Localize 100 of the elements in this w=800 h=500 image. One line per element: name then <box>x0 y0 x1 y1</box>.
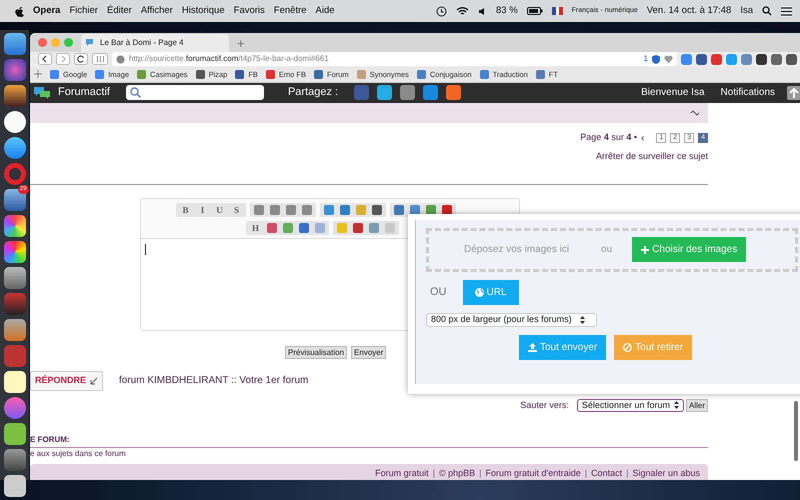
apple-icon <box>14 6 24 16</box>
format-button[interactable]: S <box>231 205 242 215</box>
footer-link[interactable]: Forum gratuit d'entraide <box>485 466 581 480</box>
separator: | <box>626 466 628 480</box>
bookmark-icon <box>536 70 545 79</box>
extension-icon[interactable] <box>696 54 707 65</box>
clock: Ven. 14 oct. à 17:48 <box>646 4 732 18</box>
footer-link[interactable]: Signaler un abus <box>632 466 700 480</box>
extension-icon[interactable] <box>771 54 782 65</box>
share-icon[interactable] <box>423 85 438 100</box>
bookmark-icon <box>356 70 366 79</box>
menu-item[interactable]: Afficher <box>140 4 173 18</box>
bookmark-icon <box>266 70 275 79</box>
form-button[interactable]: Prévisualisation <box>285 346 348 359</box>
grid-icon[interactable] <box>92 53 108 66</box>
form-button[interactable]: Envoyer <box>351 346 386 359</box>
format-button[interactable]: H <box>250 223 261 233</box>
clock-icon <box>436 6 447 16</box>
up-arrow-icon[interactable] <box>787 86 800 100</box>
section-title: E FORUM: <box>30 434 708 448</box>
heart-icon[interactable] <box>664 55 673 64</box>
app-icon[interactable] <box>4 475 26 497</box>
menu-item[interactable]: Fenêtre <box>274 4 307 18</box>
bookmark-icon <box>95 70 104 79</box>
toolbar-icon[interactable] <box>410 205 420 215</box>
bookmark-icon <box>314 70 324 79</box>
or-label: OU <box>430 284 446 300</box>
app-icon[interactable] <box>4 33 26 55</box>
tab-title: Le Bar à Domi - Page 4 <box>100 36 184 49</box>
app-icon[interactable] <box>4 85 26 107</box>
share-icon[interactable] <box>377 85 392 100</box>
extension-icon[interactable] <box>786 54 797 65</box>
share-icon[interactable] <box>446 85 462 100</box>
battery-percentage: 83 % <box>496 4 518 18</box>
menu-item[interactable]: Favoris <box>234 4 265 18</box>
select-arrows-icon <box>674 401 679 410</box>
format-button[interactable]: B <box>180 205 191 215</box>
speech-bubbles-icon <box>34 86 50 100</box>
app-menu[interactable]: Opera <box>33 4 60 18</box>
share-icon[interactable] <box>400 85 416 100</box>
share-label: Partagez : <box>288 85 338 100</box>
format-button[interactable]: U <box>214 205 225 215</box>
toolbar-icon[interactable] <box>442 205 452 215</box>
plus-icon <box>641 246 650 254</box>
format-button[interactable]: I <box>197 205 208 215</box>
app-icon[interactable] <box>4 241 26 263</box>
search-icon <box>130 87 141 98</box>
menu-item[interactable]: Historique <box>182 4 225 18</box>
previous-page-link[interactable]: ‹ <box>641 130 644 146</box>
footer-link[interactable]: Contact <box>591 466 622 480</box>
upload-icon <box>528 342 537 352</box>
app-icon[interactable] <box>4 319 26 341</box>
blocked-count: 1 <box>644 53 648 66</box>
footer-link[interactable]: Forum gratuit <box>375 466 429 480</box>
go-button[interactable]: Aller <box>686 398 708 412</box>
app-icon[interactable] <box>4 111 26 133</box>
toolbar-icon[interactable] <box>426 205 436 215</box>
speaker-icon <box>478 6 487 16</box>
search-field[interactable] <box>126 85 264 100</box>
back-icon[interactable] <box>38 53 52 66</box>
wifi-icon <box>456 6 469 16</box>
user-name[interactable]: Isa <box>740 4 753 18</box>
menu-item[interactable]: Aide <box>316 4 335 18</box>
menu-item[interactable]: Fichier <box>69 4 98 18</box>
notifications-link[interactable]: Notifications <box>720 85 775 100</box>
collapse-icon[interactable] <box>690 110 700 116</box>
search-icon[interactable] <box>762 6 772 16</box>
app-icon[interactable] <box>4 215 26 237</box>
list-icon[interactable] <box>781 6 792 16</box>
extension-icon[interactable] <box>756 54 767 65</box>
globe-icon <box>116 54 125 64</box>
welcome-link[interactable]: Bienvenue Isa <box>641 85 705 100</box>
menu-item[interactable]: Éditer <box>106 4 132 18</box>
bookmark-icon <box>480 70 489 79</box>
bookmark-icon <box>50 70 59 79</box>
toolbar-icon[interactable] <box>372 205 382 215</box>
plus-icon[interactable] <box>34 70 42 78</box>
forum-select[interactable]: Sélectionner un forum <box>576 398 684 412</box>
text-cursor <box>145 244 146 255</box>
reply-button[interactable]: RÉPONDRE <box>30 371 104 390</box>
app-icon[interactable] <box>4 371 26 393</box>
app-icon[interactable] <box>4 267 26 289</box>
reload-icon[interactable] <box>74 53 88 66</box>
footer-link[interactable]: © phpBB <box>438 466 476 480</box>
site-name[interactable]: Forumactif <box>58 84 110 101</box>
ban-icon <box>623 342 632 352</box>
app-icon[interactable] <box>4 137 26 159</box>
bookmark-icon <box>416 70 426 79</box>
address-bar[interactable]: http://souricette.forumactif.com/t4p75-le-bar-a-domi#661 1 <box>112 52 677 66</box>
size-select[interactable]: 800 px de largeur (pour les forums) <box>426 312 597 326</box>
bookmark-icon <box>137 70 146 79</box>
separator: | <box>479 466 482 480</box>
watch-topic-link[interactable]: Arrêter de surveiller ce sujet <box>596 150 708 163</box>
battery-icon <box>526 7 543 15</box>
scrollbar[interactable] <box>794 400 798 460</box>
app-icon[interactable] <box>4 423 26 445</box>
bookmark-icon <box>196 70 205 79</box>
browser-tab[interactable]: Le Bar à Domi - Page 4 <box>81 34 229 52</box>
section-text: e aux sujets dans ce forum <box>30 448 127 460</box>
breadcrumb[interactable]: forum KIMBDHELIRANT :: Votre 1er forum <box>119 373 308 388</box>
